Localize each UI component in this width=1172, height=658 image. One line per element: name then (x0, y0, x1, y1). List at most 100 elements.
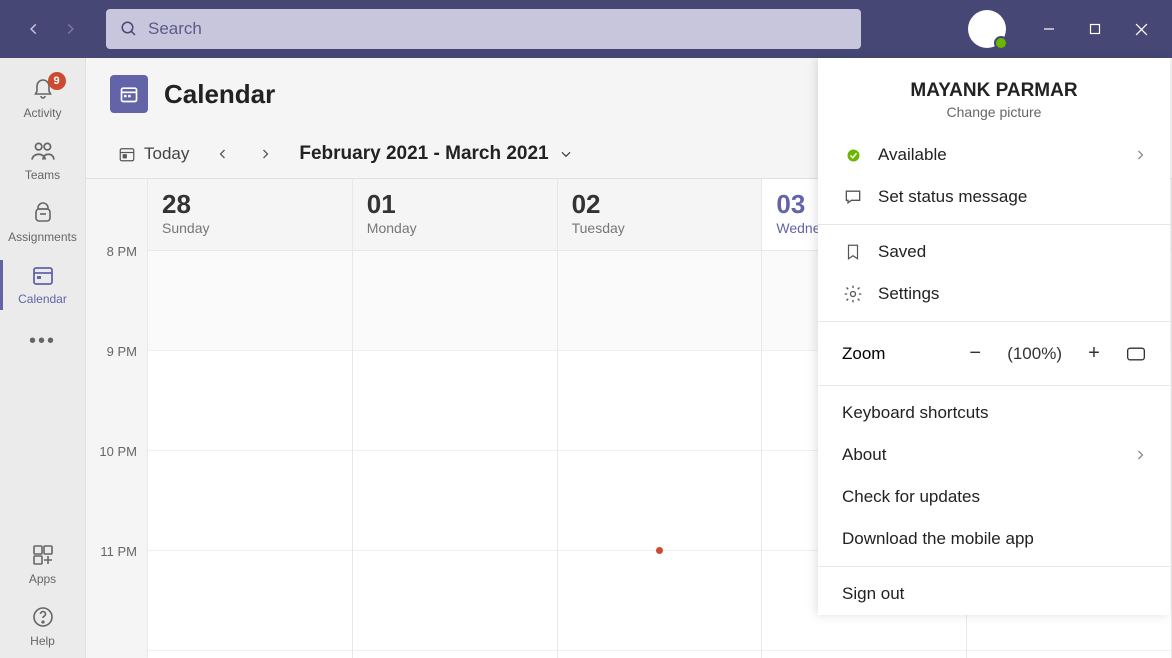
profile-panel: MAYANK PARMAR Change picture Available S… (818, 58, 1170, 615)
time-label: 8 PM (86, 244, 147, 344)
prev-period-button[interactable] (205, 136, 241, 172)
window-maximize-button[interactable] (1072, 6, 1118, 52)
updates-label: Check for updates (842, 487, 980, 507)
shortcuts-label: Keyboard shortcuts (842, 403, 988, 423)
rail-teams[interactable]: Teams (0, 130, 86, 192)
today-icon (118, 145, 136, 163)
about-item[interactable]: About (818, 434, 1170, 476)
search-box[interactable] (106, 9, 861, 49)
time-slot[interactable] (148, 351, 352, 451)
time-slot[interactable] (353, 451, 557, 551)
rail-assignments[interactable]: Assignments (0, 192, 86, 254)
activity-badge: 9 (48, 72, 66, 90)
search-input[interactable] (148, 19, 847, 39)
chevron-right-icon (1134, 449, 1146, 461)
time-slot[interactable] (558, 351, 762, 451)
change-picture-link[interactable]: Change picture (828, 104, 1160, 120)
time-slot[interactable] (558, 551, 762, 651)
time-slot[interactable] (148, 451, 352, 551)
saved-item[interactable]: Saved (818, 231, 1170, 273)
day-header[interactable]: 01 Monday (353, 179, 557, 251)
day-column: 01 Monday (353, 179, 558, 658)
back-button[interactable] (18, 13, 50, 45)
rail-help[interactable]: Help (0, 596, 86, 658)
signout-label: Sign out (842, 584, 904, 604)
set-status-label: Set status message (878, 187, 1027, 207)
time-slot[interactable] (353, 551, 557, 651)
rail-more[interactable]: ••• (29, 316, 56, 367)
about-label: About (842, 445, 886, 465)
set-status-message-item[interactable]: Set status message (818, 176, 1170, 218)
time-slot[interactable] (148, 251, 352, 351)
sign-out-item[interactable]: Sign out (818, 573, 1170, 615)
mobile-label: Download the mobile app (842, 529, 1034, 549)
keyboard-shortcuts-item[interactable]: Keyboard shortcuts (818, 392, 1170, 434)
people-icon (30, 138, 56, 164)
rail-activity[interactable]: 9 Activity (0, 68, 86, 130)
time-slot[interactable] (558, 451, 762, 551)
rail-label: Apps (29, 572, 56, 586)
gear-icon (842, 283, 864, 305)
time-slot[interactable] (353, 251, 557, 351)
day-column: 02 Tuesday (558, 179, 763, 658)
settings-label: Settings (878, 284, 939, 304)
profile-avatar-button[interactable] (968, 10, 1006, 48)
bookmark-icon (842, 241, 864, 263)
day-number: 01 (367, 189, 543, 220)
day-name: Monday (367, 220, 543, 236)
chat-bubble-icon (842, 186, 864, 208)
calendar-icon (30, 262, 56, 288)
title-bar (0, 0, 1172, 58)
rail-label: Activity (23, 106, 61, 120)
day-header[interactable]: 28 Sunday (148, 179, 352, 251)
available-status-icon (842, 144, 864, 166)
rail-label: Teams (25, 168, 60, 182)
today-label: Today (144, 144, 189, 164)
day-number: 02 (572, 189, 748, 220)
status-menu-item[interactable]: Available (818, 134, 1170, 176)
chevron-down-icon (559, 147, 573, 161)
time-label: 9 PM (86, 344, 147, 444)
apps-icon (30, 542, 56, 568)
window-minimize-button[interactable] (1026, 6, 1072, 52)
rail-calendar[interactable]: Calendar (0, 254, 86, 316)
settings-item[interactable]: Settings (818, 273, 1170, 315)
zoom-out-button[interactable]: − (965, 342, 985, 365)
next-period-button[interactable] (247, 136, 283, 172)
date-range-dropdown[interactable]: February 2021 - March 2021 (299, 143, 572, 165)
window-close-button[interactable] (1118, 6, 1164, 52)
day-header[interactable]: 02 Tuesday (558, 179, 762, 251)
time-slot[interactable] (148, 551, 352, 651)
time-label: 10 PM (86, 444, 147, 544)
status-label: Available (878, 145, 947, 165)
zoom-label: Zoom (842, 344, 885, 364)
zoom-value: (100%) (1007, 344, 1062, 364)
event-indicator-icon (656, 547, 663, 554)
rail-label: Calendar (18, 292, 67, 306)
saved-label: Saved (878, 242, 926, 262)
time-slot[interactable] (558, 251, 762, 351)
day-number: 28 (162, 189, 338, 220)
rail-apps[interactable]: Apps (0, 534, 86, 596)
rail-label: Assignments (8, 230, 77, 244)
download-mobile-item[interactable]: Download the mobile app (818, 518, 1170, 560)
zoom-in-button[interactable]: + (1084, 342, 1104, 365)
day-column: 28 Sunday (148, 179, 353, 658)
help-icon (30, 604, 56, 630)
page-title: Calendar (164, 79, 275, 110)
day-name: Sunday (162, 220, 338, 236)
chevron-right-icon (1134, 149, 1146, 161)
search-icon (120, 20, 138, 38)
time-label: 11 PM (86, 544, 147, 644)
today-button[interactable]: Today (108, 138, 199, 170)
time-slot[interactable] (353, 351, 557, 451)
time-gutter: 8 PM 9 PM 10 PM 11 PM (86, 179, 148, 658)
fullscreen-button[interactable] (1126, 346, 1146, 362)
check-updates-item[interactable]: Check for updates (818, 476, 1170, 518)
forward-button[interactable] (54, 13, 86, 45)
backpack-icon (30, 200, 56, 226)
zoom-row: Zoom − (100%) + (818, 328, 1170, 379)
date-range-label: February 2021 - March 2021 (299, 143, 548, 165)
day-name: Tuesday (572, 220, 748, 236)
presence-available-icon (994, 36, 1008, 50)
